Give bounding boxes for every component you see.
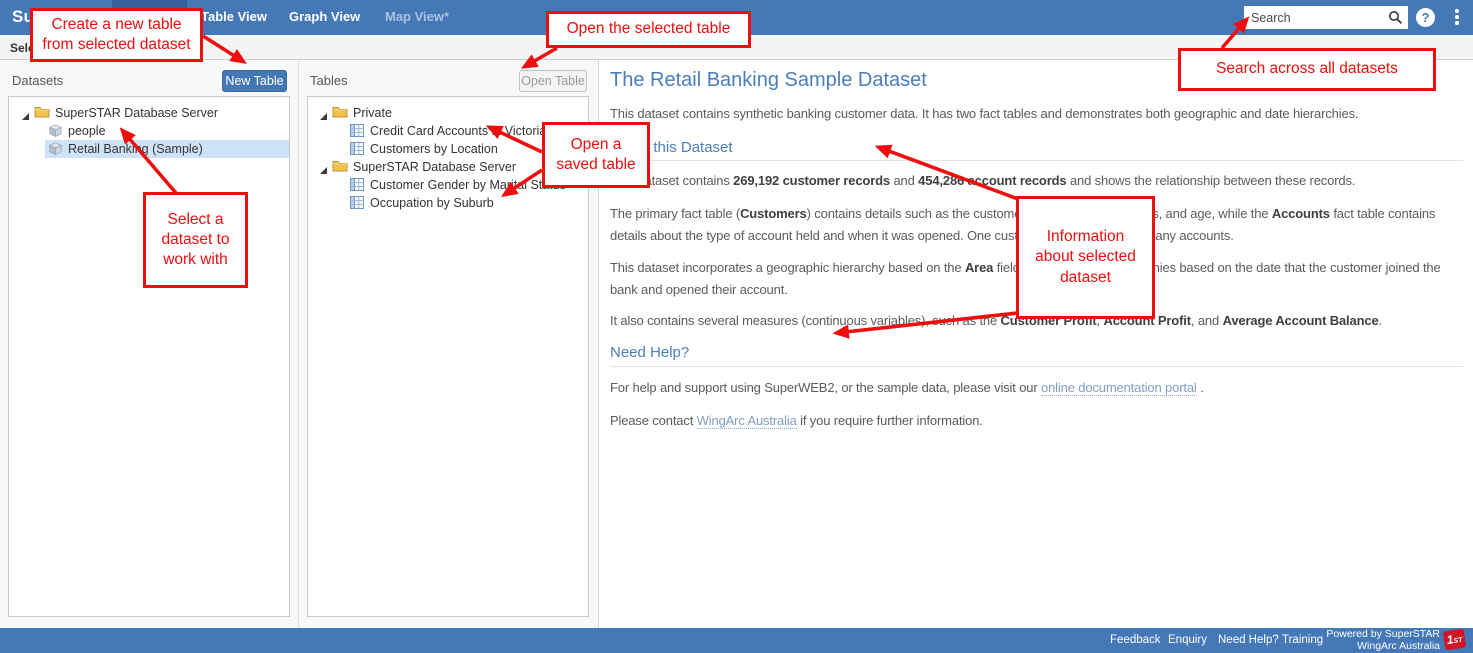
catalogue-panels: Datasets New Table Tables Open Table Sup… — [0, 60, 599, 628]
dataset-cube-icon — [49, 142, 62, 158]
section-divider — [610, 366, 1463, 367]
footer-link-training[interactable]: Training — [1282, 634, 1323, 646]
section-divider — [610, 160, 1463, 161]
footer-link-feedback[interactable]: Feedback — [1110, 634, 1161, 646]
help-icon[interactable]: ? — [1416, 8, 1435, 27]
search-box — [1244, 6, 1408, 29]
new-table-button[interactable]: New Table — [222, 70, 287, 92]
tables-panel-title: Tables — [310, 73, 348, 88]
search-input[interactable] — [1244, 6, 1408, 29]
tree-node-retail-banking[interactable]: Retail Banking (Sample) — [9, 140, 289, 158]
open-table-button[interactable]: Open Table — [519, 70, 587, 92]
annotation-select-dataset: Select a dataset to work with — [143, 192, 248, 288]
tab-map-view: Map View* — [385, 9, 449, 24]
footer-bar: Feedback Enquiry Need Help? Training Pow… — [0, 628, 1473, 653]
datasets-panel-title: Datasets — [12, 73, 63, 88]
records-paragraph: This dataset contains 269,192 customer r… — [610, 170, 1463, 192]
annotation-open-saved-table: Open a saved table — [542, 122, 650, 188]
table-icon — [350, 142, 364, 158]
powered-by-text: Powered by SuperSTAR WingArc Australia — [1326, 629, 1440, 652]
table-icon — [350, 124, 364, 140]
superstar-logo: 1ST — [1443, 628, 1467, 650]
superweb2-app: SuperWEB2 Table View Graph View Map View… — [0, 0, 1473, 653]
tree-node-saved-table[interactable]: Occupation by Suburb — [308, 194, 588, 212]
folder-icon — [332, 159, 348, 175]
more-options-icon[interactable] — [1455, 9, 1459, 27]
panel-divider — [298, 60, 299, 628]
footer-link-need-help[interactable]: Need Help? — [1218, 634, 1279, 646]
help-paragraph: For help and support using SuperWEB2, or… — [610, 377, 1463, 399]
annotation-create-new-table: Create a new table from selected dataset — [30, 8, 203, 62]
tab-table-view[interactable]: Table View — [201, 9, 267, 24]
intro-paragraph: This dataset contains synthetic banking … — [610, 103, 1463, 125]
dataset-cube-icon — [49, 124, 62, 140]
tab-graph-view[interactable]: Graph View — [289, 9, 360, 24]
datasets-tree: SuperSTAR Database Server people — [8, 96, 290, 617]
search-icon[interactable] — [1388, 10, 1403, 30]
table-icon — [350, 196, 364, 212]
folder-icon — [34, 105, 50, 121]
inline-link[interactable]: online documentation portal — [1041, 380, 1197, 396]
footer-link-enquiry[interactable]: Enquiry — [1168, 634, 1207, 646]
about-dataset-heading: About this Dataset — [610, 139, 1463, 156]
tree-node-private-folder[interactable]: Private — [308, 104, 588, 122]
need-help-heading: Need Help? — [610, 344, 1463, 361]
inline-link[interactable]: WingArc Australia — [697, 413, 797, 429]
annotation-search-all-datasets: Search across all datasets — [1178, 48, 1436, 91]
tree-node-superstar-server[interactable]: SuperSTAR Database Server — [9, 104, 289, 122]
annotation-dataset-info: Information about selected dataset — [1016, 196, 1155, 319]
tree-node-people[interactable]: people — [9, 122, 289, 140]
folder-icon — [332, 105, 348, 121]
contact-paragraph: Please contact WingArc Australia if you … — [610, 410, 1463, 432]
annotation-open-selected-table: Open the selected table — [546, 11, 751, 48]
table-icon — [350, 178, 364, 194]
